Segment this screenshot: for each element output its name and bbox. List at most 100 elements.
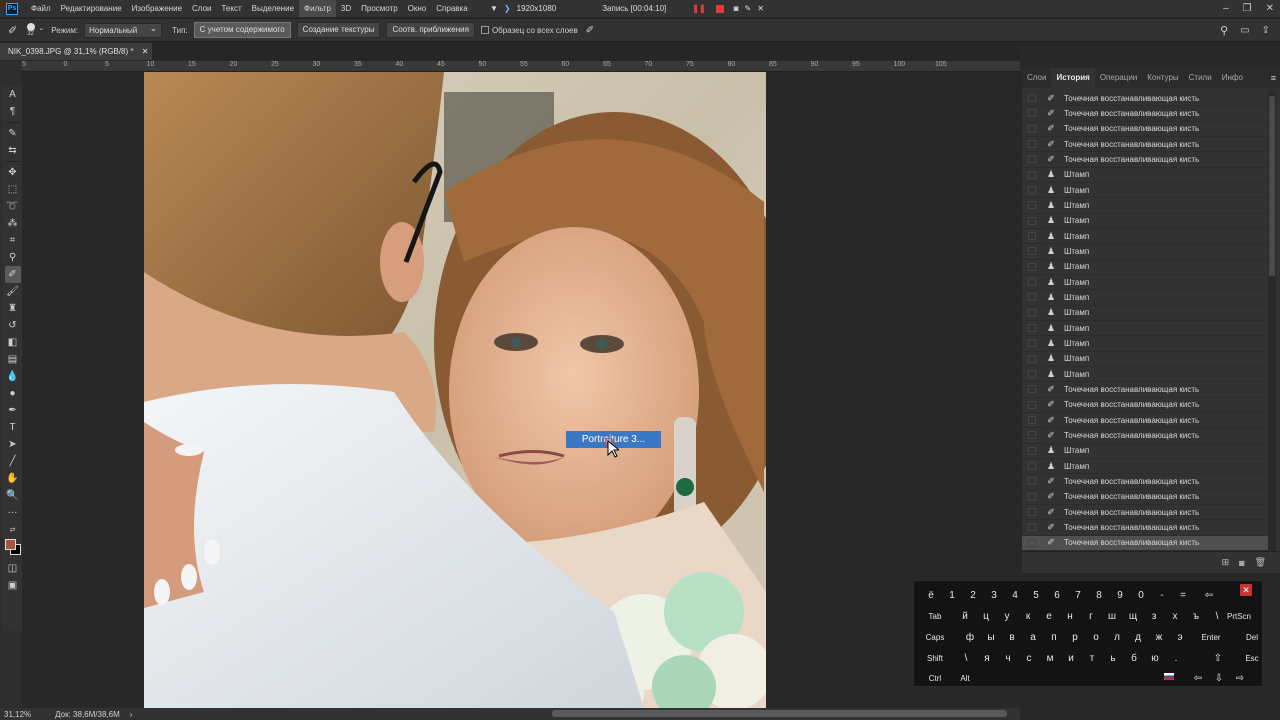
key[interactable]: з — [1147, 607, 1161, 625]
panel-menu-icon[interactable]: ≡ — [1271, 68, 1276, 88]
canvas-area[interactable]: Portraiture 3... — [22, 72, 1020, 708]
key[interactable]: \ — [1210, 607, 1224, 625]
history-source-box[interactable] — [1028, 124, 1036, 133]
history-state[interactable]: ✐ Точечная восстанавливающая кисть — [1022, 91, 1268, 107]
key[interactable]: ф — [963, 628, 977, 646]
key[interactable]: 9 — [1113, 586, 1127, 604]
screen-mode-icon[interactable]: ▣ — [5, 577, 21, 594]
history-source-box[interactable] — [1028, 170, 1036, 179]
history-source-box[interactable] — [1028, 308, 1036, 317]
history-source-box[interactable] — [1028, 247, 1036, 256]
close-icon[interactable]: ✕ — [1266, 3, 1274, 14]
key[interactable]: - — [1155, 586, 1169, 604]
mode-select[interactable]: Нормальный — [84, 22, 163, 38]
history-source-box[interactable] — [1028, 446, 1036, 455]
recorder-close-icon[interactable]: ✕ — [757, 4, 764, 13]
key[interactable]: Shift — [922, 649, 948, 667]
line-tool-icon[interactable]: ╱ — [5, 453, 21, 470]
workspace-icon[interactable]: ▭ — [1240, 25, 1249, 36]
history-source-box[interactable] — [1028, 293, 1036, 302]
history-state[interactable]: ♟ Штамп — [1022, 183, 1268, 199]
tab-history[interactable]: История — [1051, 68, 1095, 88]
minimize-icon[interactable]: – — [1223, 3, 1229, 14]
language-flag-icon[interactable] — [1164, 673, 1174, 680]
key[interactable]: 6 — [1050, 586, 1064, 604]
dodge-tool-icon[interactable]: ● — [5, 385, 21, 402]
history-source-box[interactable] — [1028, 431, 1036, 440]
history-state[interactable]: ✐ Точечная восстанавливающая кисть — [1022, 520, 1268, 536]
key[interactable]: 3 — [987, 586, 1001, 604]
pause-icon[interactable]: ❚❚ — [692, 4, 705, 13]
search-icon[interactable]: ⚲ — [1220, 24, 1228, 37]
history-source-box[interactable] — [1028, 155, 1036, 164]
tab-actions[interactable]: Операции — [1095, 68, 1142, 88]
more-tools-icon[interactable]: ··· — [5, 504, 21, 521]
key[interactable]: б — [1127, 649, 1141, 667]
key[interactable]: э — [1173, 628, 1187, 646]
key[interactable]: Enter — [1198, 628, 1224, 646]
key[interactable]: о — [1089, 628, 1103, 646]
magic-wand-icon[interactable]: ⁂ — [5, 215, 21, 232]
history-source-box[interactable] — [1028, 262, 1036, 271]
hand-tool-icon[interactable]: ✋ — [5, 470, 21, 487]
eraser-tool-icon[interactable]: ◧ — [5, 334, 21, 351]
menu-window[interactable]: Окно — [403, 0, 432, 17]
history-source-box[interactable] — [1028, 477, 1036, 486]
key[interactable]: . — [1169, 649, 1183, 667]
sample-all-layers-checkbox[interactable]: Образец со всех слоев — [480, 26, 578, 35]
key[interactable]: г — [1084, 607, 1098, 625]
type-content-aware-button[interactable]: С учетом содержимого — [193, 22, 291, 38]
history-state[interactable]: ♟ Штамп — [1022, 336, 1268, 352]
key[interactable]: ь — [1106, 649, 1120, 667]
history-state[interactable]: ♟ Штамп — [1022, 367, 1268, 383]
key[interactable]: ш — [1105, 607, 1119, 625]
key[interactable]: с — [1022, 649, 1036, 667]
history-source-box[interactable] — [1028, 523, 1036, 532]
key[interactable]: ъ — [1189, 607, 1203, 625]
document-image[interactable] — [144, 72, 766, 708]
brush-tool-icon[interactable]: 🖌 — [5, 283, 21, 300]
foreground-color[interactable] — [4, 539, 16, 550]
lasso-tool-icon[interactable]: ➰ — [5, 198, 21, 215]
key[interactable]: ⇦ — [1202, 586, 1216, 604]
status-menu-icon[interactable]: › — [130, 710, 133, 719]
tab-info[interactable]: Инфо — [1217, 68, 1248, 88]
history-state[interactable]: ✐ Точечная восстанавливающая кисть — [1022, 398, 1268, 413]
menu-edit[interactable]: Редактирование — [56, 0, 127, 17]
key[interactable]: я — [980, 649, 994, 667]
color-swatches[interactable] — [4, 538, 22, 556]
zoom-level[interactable]: 31,12% — [4, 710, 31, 719]
history-source-box[interactable] — [1028, 186, 1036, 195]
history-source-box[interactable] — [1028, 140, 1036, 149]
key[interactable]: л — [1110, 628, 1124, 646]
gradient-tool-icon[interactable]: ▤ — [5, 351, 21, 368]
history-source-box[interactable] — [1028, 324, 1036, 333]
key[interactable]: 8 — [1092, 586, 1106, 604]
key[interactable]: к — [1021, 607, 1035, 625]
key[interactable]: Esc — [1239, 649, 1265, 667]
history-state[interactable]: ♟ Штамп — [1022, 444, 1268, 459]
key[interactable]: Alt — [952, 669, 978, 687]
menu-layers[interactable]: Слои — [187, 0, 216, 17]
brush-preset-picker[interactable]: 32 ⌄ — [23, 21, 45, 39]
key[interactable]: щ — [1126, 607, 1140, 625]
key[interactable]: 5 — [1029, 586, 1043, 604]
menu-select[interactable]: Выделение — [247, 0, 299, 17]
history-source-box[interactable] — [1028, 538, 1036, 547]
key[interactable]: у — [1000, 607, 1014, 625]
pen-tool-icon[interactable]: ✒ — [5, 402, 21, 419]
key[interactable]: ж — [1152, 628, 1166, 646]
key[interactable]: ы — [984, 628, 998, 646]
key[interactable]: Ctrl — [922, 669, 948, 687]
move-tool-icon[interactable]: ✥ — [5, 164, 21, 181]
key[interactable]: 4 — [1008, 586, 1022, 604]
key[interactable]: ё — [924, 586, 938, 604]
history-state[interactable]: ✐ Точечная восстанавливающая кисть — [1022, 382, 1268, 398]
history-state[interactable]: ♟ Штамп — [1022, 306, 1268, 321]
history-state[interactable]: ✐ Точечная восстанавливающая кисть — [1022, 428, 1268, 444]
key[interactable]: т — [1085, 649, 1099, 667]
menu-help[interactable]: Справка — [431, 0, 472, 17]
vertical-type-icon[interactable]: A — [5, 86, 21, 103]
key[interactable]: 7 — [1071, 586, 1085, 604]
key[interactable]: = — [1176, 586, 1190, 604]
